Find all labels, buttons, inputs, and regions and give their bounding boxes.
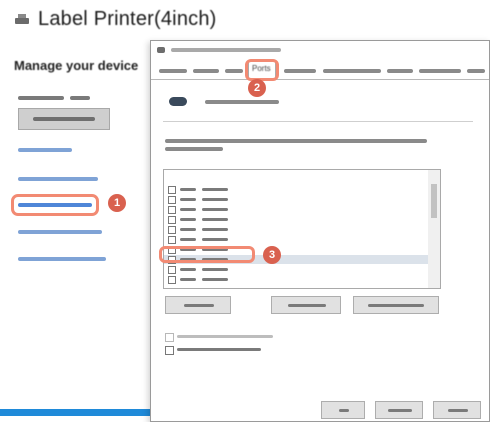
port-list[interactable] [163, 169, 441, 289]
printing-preferences-link[interactable] [18, 230, 102, 234]
port-name [180, 218, 196, 221]
configure-port-button-label [368, 304, 424, 307]
divider [163, 121, 473, 122]
printer-pooling-label [177, 348, 261, 351]
step-badge-3: 3 [263, 246, 281, 264]
delete-port-button-label [288, 304, 326, 307]
ports-instruction-line-1 [165, 139, 427, 143]
configure-port-button[interactable] [353, 296, 439, 314]
add-port-button-label [184, 304, 214, 307]
dialog-title [171, 48, 281, 52]
port-description [202, 188, 228, 191]
printer-status-value [70, 96, 90, 100]
port-name [180, 208, 196, 211]
step-badge-1: 1 [108, 194, 126, 212]
port-checkbox[interactable] [168, 266, 176, 274]
tab-security[interactable] [387, 69, 413, 73]
port-name [180, 238, 196, 241]
port-name [180, 228, 196, 231]
print-test-page-link[interactable] [18, 148, 72, 152]
tab-about[interactable] [467, 69, 485, 73]
tab-unknown[interactable] [225, 69, 243, 73]
port-checkbox[interactable] [168, 186, 176, 194]
port-description [202, 208, 228, 211]
port-row[interactable] [164, 185, 428, 194]
printer-name [205, 100, 279, 104]
port-name [180, 278, 196, 281]
printer-status-label [18, 96, 64, 100]
ok-button-label [339, 409, 349, 412]
highlight-printer-properties [11, 194, 99, 216]
accent-bar [0, 409, 152, 416]
port-checkbox[interactable] [168, 216, 176, 224]
port-checkbox[interactable] [168, 236, 176, 244]
delete-port-button[interactable] [271, 296, 341, 314]
port-checkbox[interactable] [168, 196, 176, 204]
port-row[interactable] [164, 265, 428, 274]
printer-pooling-checkbox[interactable] [165, 346, 174, 355]
port-row[interactable] [164, 225, 428, 234]
port-description [202, 198, 228, 201]
tab-device-settings[interactable] [419, 69, 461, 73]
port-checkbox[interactable] [168, 276, 176, 284]
printer-icon [15, 14, 29, 24]
port-name [180, 198, 196, 201]
dialog-titlebar [151, 41, 489, 59]
port-description [202, 228, 228, 231]
port-row[interactable] [164, 235, 428, 244]
port-row[interactable] [164, 215, 428, 224]
tab-sharing[interactable] [193, 69, 219, 73]
open-queue-button-label [33, 117, 95, 121]
apply-button[interactable] [433, 401, 481, 419]
dialog-printer-icon [157, 47, 165, 53]
port-description [202, 238, 228, 241]
cancel-button[interactable] [375, 401, 423, 419]
port-checkbox[interactable] [168, 226, 176, 234]
printer-icon [169, 97, 187, 106]
tab-general[interactable] [159, 69, 187, 73]
ok-button[interactable] [321, 401, 365, 419]
bidirectional-support-label [177, 335, 273, 338]
port-description [202, 278, 228, 281]
highlight-ports-tab [245, 59, 279, 81]
highlight-selected-port [159, 246, 255, 263]
port-list-scrollbar[interactable] [428, 170, 440, 288]
port-row[interactable] [164, 205, 428, 214]
port-row[interactable] [164, 275, 428, 284]
tab-strip [151, 63, 489, 80]
ports-instruction-line-2 [165, 147, 223, 151]
page-title: Label Printer(4inch) [38, 8, 217, 30]
add-port-button[interactable] [165, 296, 231, 314]
port-name [180, 268, 196, 271]
tab-color-management[interactable] [323, 69, 381, 73]
hardware-properties-link[interactable] [18, 257, 106, 261]
step-badge-2: 2 [248, 79, 266, 97]
cancel-button-label [388, 409, 412, 412]
scroll-thumb[interactable] [431, 184, 437, 218]
apply-button-label [448, 409, 468, 412]
port-name [180, 188, 196, 191]
printer-properties-dialog: Ports 2 3 [150, 40, 490, 422]
bidirectional-support-checkbox[interactable] [165, 333, 174, 342]
port-description [202, 268, 228, 271]
open-queue-button[interactable] [18, 108, 110, 130]
tab-advanced[interactable] [284, 69, 316, 73]
manage-device-heading: Manage your device [14, 58, 139, 73]
port-row[interactable] [164, 195, 428, 204]
port-description [202, 218, 228, 221]
run-troubleshooter-link[interactable] [18, 177, 98, 181]
port-checkbox[interactable] [168, 206, 176, 214]
